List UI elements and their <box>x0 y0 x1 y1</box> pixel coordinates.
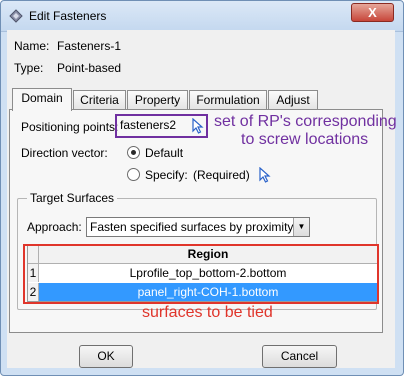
default-radio[interactable] <box>127 146 140 159</box>
default-option-label: Default <box>145 146 184 160</box>
ok-button[interactable]: OK <box>79 345 133 368</box>
tab-domain[interactable]: Domain <box>12 88 72 111</box>
abaqus-app-icon <box>9 9 23 23</box>
select-arrow-icon[interactable] <box>192 118 204 134</box>
approach-dropdown[interactable]: Fasten specified surfaces by proximity ▼ <box>86 217 310 237</box>
type-label: Type: <box>14 61 44 75</box>
close-button[interactable]: X <box>351 3 394 22</box>
specify-option-label: Specify: <box>145 168 188 182</box>
approach-value: Fasten specified surfaces by proximity <box>90 220 294 234</box>
surfaces-highlight <box>23 244 379 304</box>
annotation-surfaces: surfaces to be tied <box>142 304 273 321</box>
direction-vector-label: Direction vector: <box>21 146 108 160</box>
cancel-button[interactable]: Cancel <box>262 345 337 368</box>
window-title: Edit Fasteners <box>29 9 107 23</box>
positioning-points-value[interactable]: fasteners2 <box>120 118 176 132</box>
tab-property[interactable]: Property <box>127 90 188 110</box>
name-label: Name: <box>14 39 50 53</box>
annotation-rp-line1: set of RP's corresponding <box>214 113 397 130</box>
title-bar: Edit Fasteners X <box>1 1 403 32</box>
annotation-rp-line2: to screw locations <box>241 131 369 148</box>
specify-status: (Required) <box>193 168 250 182</box>
specify-select-arrow-icon[interactable] <box>259 167 271 183</box>
specify-radio[interactable] <box>127 168 140 181</box>
approach-label: Approach: <box>27 220 82 234</box>
target-surfaces-title: Target Surfaces <box>27 191 118 205</box>
type-value: Point-based <box>57 61 122 75</box>
name-value: Fasteners-1 <box>57 39 122 53</box>
positioning-points-label: Positioning points: <box>21 120 119 134</box>
tab-adjust[interactable]: Adjust <box>268 90 318 110</box>
tab-criteria[interactable]: Criteria <box>73 90 126 110</box>
tab-formulation[interactable]: Formulation <box>189 90 267 110</box>
chevron-down-icon[interactable]: ▼ <box>293 218 309 236</box>
